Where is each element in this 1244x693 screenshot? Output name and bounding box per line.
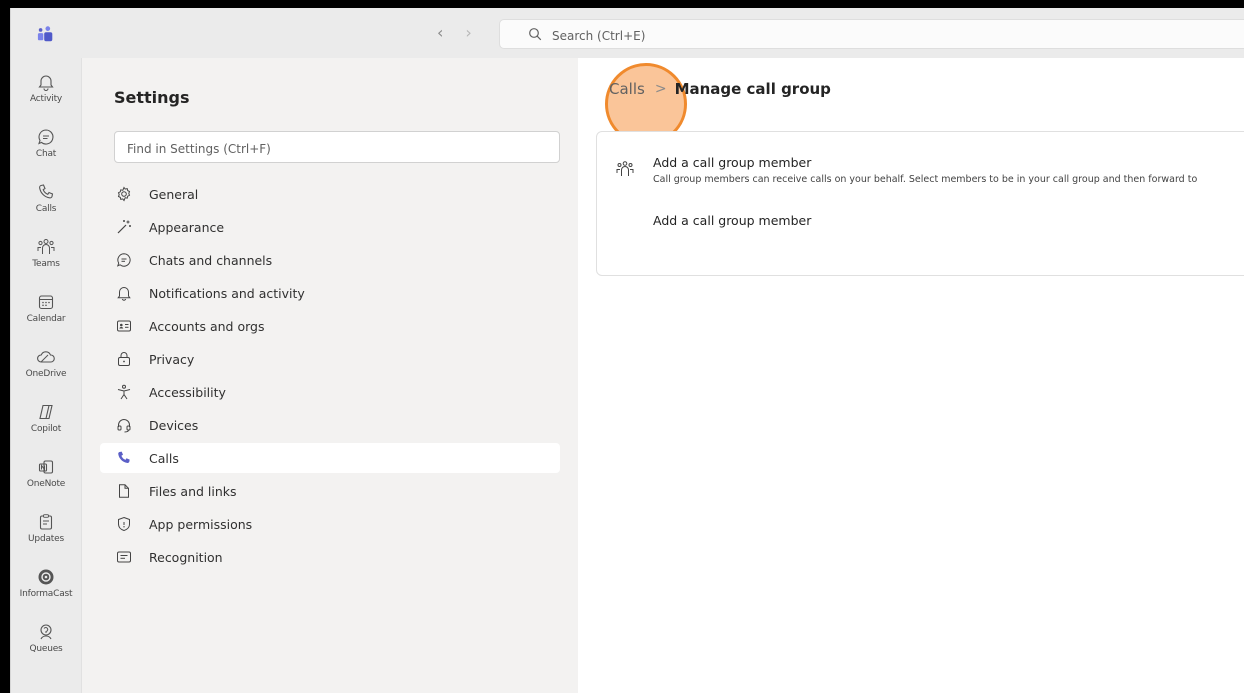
recognition-icon bbox=[114, 547, 134, 567]
search-box[interactable] bbox=[499, 19, 1244, 49]
settings-pane: Settings General Appearance Chats and ch… bbox=[81, 58, 579, 693]
app-rail: Activity Chat Calls Teams Calendar OneDr… bbox=[11, 58, 81, 693]
settings-item-calls[interactable]: Calls bbox=[100, 443, 560, 473]
find-in-settings-input[interactable] bbox=[125, 138, 549, 160]
settings-item-label: Accessibility bbox=[149, 384, 226, 400]
rail-label: Calendar bbox=[26, 314, 66, 324]
bell-icon bbox=[114, 283, 134, 303]
title-bar: ‹ › bbox=[11, 8, 1244, 58]
navigation-arrows: ‹ › bbox=[437, 23, 472, 42]
rail-item-copilot[interactable]: Copilot bbox=[11, 396, 81, 448]
people-group-icon bbox=[615, 160, 635, 182]
rail-item-queues[interactable]: Queues bbox=[11, 616, 81, 668]
rail-label: Updates bbox=[28, 534, 64, 544]
rail-item-activity[interactable]: Activity bbox=[11, 66, 81, 118]
phone-filled-icon bbox=[114, 448, 134, 468]
teams-window: ‹ › Activity Chat Calls bbox=[10, 8, 1244, 693]
settings-item-label: Devices bbox=[149, 417, 199, 433]
settings-item-notifications[interactable]: Notifications and activity bbox=[100, 278, 560, 308]
breadcrumb: Calls > Manage call group bbox=[605, 63, 831, 145]
rail-item-calls[interactable]: Calls bbox=[11, 176, 81, 228]
settings-item-general[interactable]: General bbox=[100, 179, 560, 209]
content-pane: Calls > Manage call group Add a call gro… bbox=[578, 58, 1244, 693]
headset-icon bbox=[114, 415, 134, 435]
find-in-settings-box[interactable] bbox=[114, 131, 560, 163]
cloud-icon bbox=[36, 347, 56, 367]
breadcrumb-separator: > bbox=[654, 81, 667, 97]
rail-item-onenote[interactable]: OneNote bbox=[11, 451, 81, 503]
screen-border-left bbox=[0, 0, 10, 693]
calendar-icon bbox=[36, 292, 56, 312]
rail-item-updates[interactable]: Updates bbox=[11, 506, 81, 558]
queues-icon bbox=[36, 622, 56, 642]
clipboard-icon bbox=[36, 512, 56, 532]
settings-item-files-and-links[interactable]: Files and links bbox=[100, 476, 560, 506]
back-button[interactable]: ‹ bbox=[437, 23, 443, 42]
rail-label: Copilot bbox=[30, 424, 62, 434]
rail-label: Chat bbox=[35, 149, 57, 159]
settings-item-label: Appearance bbox=[149, 219, 225, 235]
rail-item-onedrive[interactable]: OneDrive bbox=[11, 341, 81, 393]
breadcrumb-calls-link[interactable]: Calls bbox=[609, 80, 645, 98]
id-card-icon bbox=[114, 316, 134, 336]
rail-item-teams[interactable]: Teams bbox=[11, 231, 81, 283]
search-input[interactable] bbox=[550, 24, 1154, 48]
copilot-icon bbox=[36, 402, 56, 422]
rail-label: Calls bbox=[35, 204, 57, 214]
settings-item-app-permissions[interactable]: App permissions bbox=[100, 509, 560, 539]
rail-item-informacast[interactable]: InformaCast bbox=[11, 561, 81, 613]
settings-title: Settings bbox=[114, 88, 190, 107]
settings-item-label: Accounts and orgs bbox=[149, 318, 265, 334]
file-icon bbox=[114, 481, 134, 501]
settings-item-accounts-and-orgs[interactable]: Accounts and orgs bbox=[100, 311, 560, 341]
screen-border-top bbox=[0, 0, 1244, 8]
settings-item-accessibility[interactable]: Accessibility bbox=[100, 377, 560, 407]
lock-icon bbox=[114, 349, 134, 369]
settings-item-chats-and-channels[interactable]: Chats and channels bbox=[100, 245, 560, 275]
page-title: Manage call group bbox=[674, 80, 831, 98]
add-call-group-member-button[interactable]: Add a call group member bbox=[653, 213, 811, 228]
rail-label: OneDrive bbox=[25, 369, 67, 379]
settings-item-label: Files and links bbox=[149, 483, 237, 499]
chat-icon bbox=[114, 250, 134, 270]
rail-label: Queues bbox=[29, 644, 63, 654]
gear-icon bbox=[114, 184, 134, 204]
teams-icon bbox=[36, 237, 56, 257]
settings-item-label: Privacy bbox=[149, 351, 195, 367]
call-group-card: Add a call group member Call group membe… bbox=[596, 131, 1244, 276]
accessibility-icon bbox=[114, 382, 134, 402]
informacast-icon bbox=[36, 567, 56, 587]
bell-icon bbox=[36, 72, 56, 92]
phone-icon bbox=[36, 182, 56, 202]
onenote-icon bbox=[36, 457, 56, 477]
rail-label: OneNote bbox=[26, 479, 66, 489]
settings-item-appearance[interactable]: Appearance bbox=[100, 212, 560, 242]
rail-item-chat[interactable]: Chat bbox=[11, 121, 81, 173]
rail-label: Activity bbox=[29, 94, 63, 104]
settings-item-label: Notifications and activity bbox=[149, 285, 305, 301]
settings-item-label: General bbox=[149, 186, 199, 202]
settings-item-label: Recognition bbox=[149, 549, 223, 565]
card-title: Add a call group member bbox=[653, 155, 812, 170]
card-description: Call group members can receive calls on … bbox=[653, 174, 1198, 185]
search-icon bbox=[528, 26, 542, 45]
settings-item-label: Calls bbox=[149, 450, 179, 466]
settings-item-devices[interactable]: Devices bbox=[100, 410, 560, 440]
shield-icon bbox=[114, 514, 134, 534]
magic-wand-icon bbox=[114, 217, 134, 237]
settings-item-label: App permissions bbox=[149, 516, 253, 532]
teams-logo-icon[interactable] bbox=[37, 25, 55, 43]
rail-label: Teams bbox=[32, 259, 60, 269]
rail-label: InformaCast bbox=[19, 589, 73, 599]
settings-item-privacy[interactable]: Privacy bbox=[100, 344, 560, 374]
rail-item-calendar[interactable]: Calendar bbox=[11, 286, 81, 338]
settings-item-recognition[interactable]: Recognition bbox=[100, 542, 560, 572]
forward-button[interactable]: › bbox=[465, 23, 471, 42]
settings-item-label: Chats and channels bbox=[149, 252, 273, 268]
chat-icon bbox=[36, 127, 56, 147]
